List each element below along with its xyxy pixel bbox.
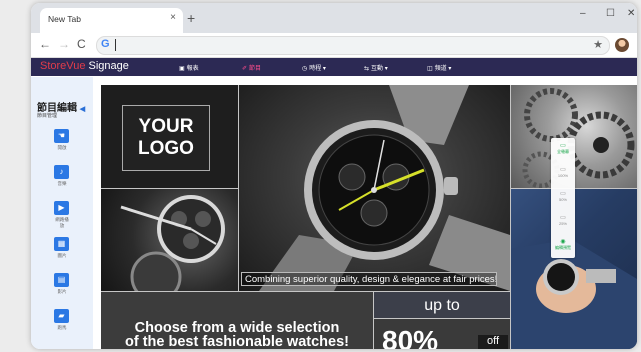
- app-logo[interactable]: StoreVue Signage: [40, 60, 129, 72]
- fp-label: 25%: [558, 221, 567, 226]
- fp-label: 50%: [558, 197, 567, 202]
- bookmark-star-icon[interactable]: ★: [593, 38, 603, 51]
- zoom-icon: ▭: [560, 215, 566, 221]
- logo-placeholder[interactable]: YOUR LOGO: [122, 105, 210, 171]
- tool-stream[interactable]: ▶ 網路播放: [54, 201, 70, 229]
- menu-label: 互動 ▾: [371, 66, 388, 72]
- tool-open[interactable]: ☚ 開啟: [54, 129, 70, 151]
- menu-interact[interactable]: ⇆ 互動 ▾: [364, 63, 388, 72]
- discount-panel[interactable]: 80% off: [374, 319, 510, 349]
- tab-strip: New Tab × + – ☐ ✕: [31, 3, 637, 33]
- chronograph-image[interactable]: [101, 189, 238, 291]
- watch-icon: [259, 85, 510, 291]
- minimize-button[interactable]: –: [580, 8, 586, 19]
- menu-channel[interactable]: ◫ 頻道 ▾: [427, 63, 451, 72]
- fp-label: 全螢幕: [557, 149, 569, 154]
- maximize-button[interactable]: ☐: [606, 8, 615, 19]
- fullscreen-icon: ▭: [560, 143, 566, 149]
- back-button[interactable]: ←: [39, 37, 51, 51]
- clock-icon: ◷: [302, 66, 308, 72]
- profile-avatar[interactable]: [615, 38, 629, 52]
- tool-label: 音樂: [57, 181, 67, 186]
- logo-part-2: Signage: [85, 60, 129, 72]
- menu-label: 報表: [186, 66, 199, 72]
- tool-label: 跑馬: [57, 325, 67, 330]
- preview-zoom-panel: ▭ 全螢幕 ▭ 100% ▭ 50% ▭ 25% ◉ 編輯預覽: [551, 138, 575, 258]
- browser-menu-icon[interactable]: ⋮: [632, 36, 637, 50]
- tool-label: 圖片: [57, 253, 67, 258]
- promo-line2: of the best fashionable watches!: [125, 334, 349, 349]
- zoom-50-button[interactable]: ▭ 50%: [551, 190, 575, 202]
- edit-icon: ✐: [242, 66, 248, 72]
- hand-icon: ☚: [54, 129, 69, 143]
- menu-report[interactable]: ▣ 報表: [179, 63, 199, 72]
- discount-percent: 80%: [382, 325, 439, 349]
- logo-text-line2: LOGO: [138, 138, 194, 159]
- film-icon: ▤: [54, 273, 69, 287]
- window-close-button[interactable]: ✕: [627, 8, 635, 19]
- zoom-icon: ▭: [560, 191, 566, 197]
- tab-title: New Tab: [48, 14, 81, 24]
- fp-label: 編輯預覽: [555, 245, 571, 250]
- menu-label: 頻道 ▾: [434, 66, 452, 72]
- tool-label: 開啟: [57, 145, 67, 150]
- report-icon: ▣: [179, 66, 185, 72]
- app-navbar: StoreVue Signage ▣ 報表 ✐ 節目 ◷ 時程 ▾ ⇆ 互動 ▾ ◫ 頻道…: [31, 58, 637, 76]
- new-tab-button[interactable]: +: [187, 10, 195, 26]
- fp-label: 100%: [557, 173, 569, 178]
- zoom-25-button[interactable]: ▭ 25%: [551, 214, 575, 226]
- address-bar[interactable]: G ★: [96, 36, 610, 55]
- menu-program[interactable]: ✐ 節目: [242, 63, 261, 72]
- editor-sidebar: 節目編輯 ◀ 節目管理 ☚ 開啟 ♪ 音樂 ▶ 網路播放 ▦ 圖片 ▤ 影片 ▰ 跑馬: [31, 77, 93, 349]
- main-watch-image[interactable]: Combining superior quality, design & ele…: [239, 85, 510, 291]
- collapse-icon[interactable]: ◀: [80, 106, 85, 113]
- tool-music[interactable]: ♪ 音樂: [54, 165, 70, 187]
- off-label: off: [478, 335, 508, 349]
- promo-line1: Choose from a wide selection: [134, 320, 340, 336]
- menu-label: 節目: [249, 66, 262, 72]
- forward-button[interactable]: →: [58, 37, 70, 51]
- tool-image[interactable]: ▦ 圖片: [54, 237, 70, 259]
- tool-marquee[interactable]: ▰ 跑馬: [54, 309, 70, 331]
- reload-button[interactable]: C: [77, 37, 86, 51]
- promo-headline[interactable]: Choose from a wide selection of the best…: [101, 321, 373, 349]
- logo-part-1: StoreVue: [40, 60, 86, 72]
- chronograph-dial-icon: [120, 195, 225, 291]
- zoom-100-button[interactable]: ▭ 100%: [551, 166, 575, 178]
- channel-icon: ◫: [427, 66, 433, 72]
- slogan-caption[interactable]: Combining superior quality, design & ele…: [241, 272, 497, 286]
- fullscreen-button[interactable]: ▭ 全螢幕: [551, 142, 575, 155]
- play-icon: ▶: [54, 201, 69, 215]
- close-icon[interactable]: ×: [170, 12, 176, 23]
- browser-toolbar: ← → C G ★ ⋮: [31, 33, 637, 58]
- upto-panel[interactable]: up to: [374, 292, 510, 318]
- tool-video[interactable]: ▤ 影片: [54, 273, 70, 295]
- google-icon: G: [101, 38, 110, 50]
- sidebar-subtitle: 節目管理: [37, 113, 58, 119]
- browser-window: New Tab × + – ☐ ✕ ← → C G ★ ⋮ StoreVue S…: [31, 3, 637, 349]
- interact-icon: ⇆: [364, 66, 370, 72]
- menu-label: 時程 ▾: [309, 66, 326, 72]
- logo-panel[interactable]: YOUR LOGO: [101, 85, 238, 188]
- logo-text-line1: YOUR: [138, 116, 194, 137]
- image-icon: ▦: [54, 237, 69, 251]
- browser-tab[interactable]: New Tab ×: [40, 8, 183, 33]
- upto-text: up to: [424, 297, 460, 314]
- tool-label: 影片: [57, 289, 67, 294]
- text-caret: [115, 39, 116, 51]
- clapper-icon: ▰: [54, 309, 69, 323]
- eye-icon: ◉: [560, 239, 566, 245]
- edit-preview-button[interactable]: ◉ 編輯預覽: [551, 238, 575, 251]
- music-icon: ♪: [54, 165, 69, 179]
- menu-schedule[interactable]: ◷ 時程 ▾: [302, 63, 326, 72]
- tool-label: 網路播放: [55, 217, 69, 228]
- zoom-icon: ▭: [560, 167, 566, 173]
